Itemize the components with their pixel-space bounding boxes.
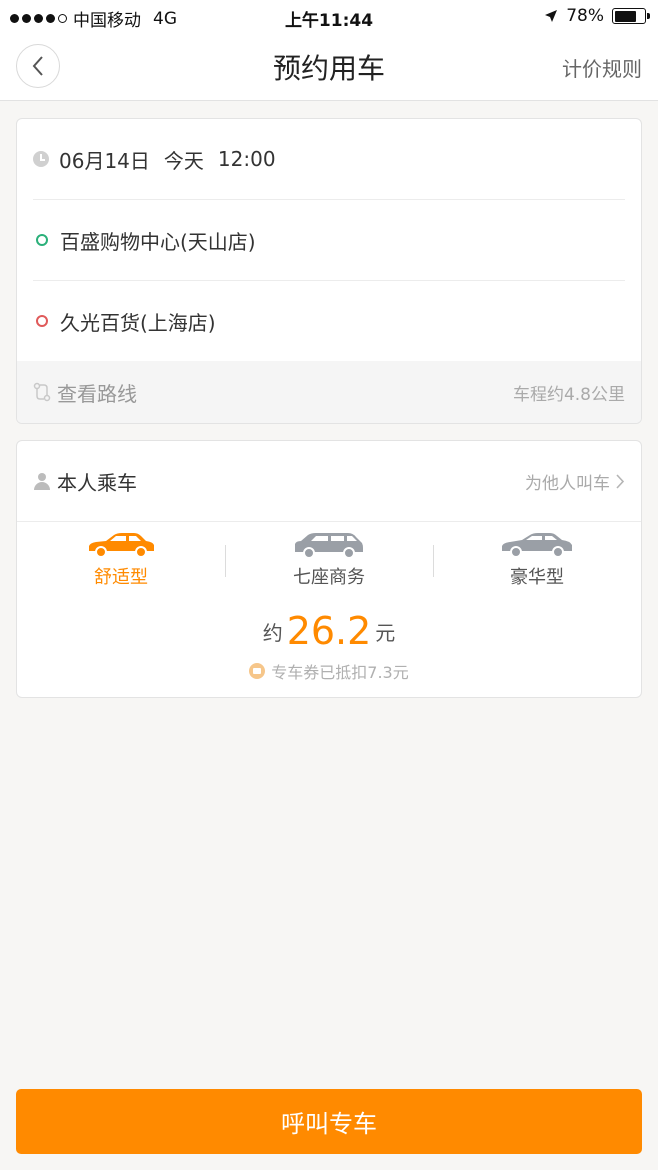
status-right: 78%	[544, 6, 650, 26]
rider-row: 本人乘车 为他人叫车	[33, 441, 625, 521]
price-value: 26.2	[286, 609, 372, 653]
battery-fill	[614, 10, 637, 22]
end-location-row[interactable]: 久光百货(上海店)	[33, 281, 625, 361]
price-prefix: 约	[262, 621, 283, 645]
status-bar: 中国移动 4G 上午11:44 78%	[0, 0, 658, 34]
start-location: 百盛购物中心(天山店)	[60, 229, 256, 254]
car-type-seven-seat[interactable]: 七座商务	[225, 531, 433, 591]
car-type-label: 七座商务	[293, 567, 365, 588]
schedule-time-row[interactable]: 06月14日 今天 12:00	[33, 119, 625, 199]
page-title: 预约用车	[272, 52, 385, 85]
price-estimate: 约 26.2 元	[17, 609, 641, 653]
call-for-others-label: 为他人叫车	[525, 473, 610, 494]
coupon-info: 专车券已抵扣7.3元	[17, 659, 641, 683]
schedule-time: 12:00	[217, 147, 276, 171]
luxury-car-icon	[502, 533, 572, 558]
car-type-luxury[interactable]: 豪华型	[433, 531, 641, 591]
person-icon	[33, 472, 51, 490]
car-type-label: 舒适型	[94, 567, 148, 588]
schedule-day: 今天	[163, 148, 204, 173]
call-car-button[interactable]: 呼叫专车	[16, 1089, 642, 1154]
call-for-others-link[interactable]: 为他人叫车	[525, 469, 625, 494]
view-route-row[interactable]: 查看路线 车程约4.8公里	[17, 361, 641, 423]
clock-icon	[33, 151, 49, 167]
service-card: 本人乘车 为他人叫车 舒适型 七座商务 豪华型 约 26.2 元 专车券已抵扣7…	[16, 440, 642, 698]
coupon-text: 专车券已抵扣7.3元	[271, 663, 409, 682]
schedule-date: 06月14日	[59, 148, 150, 173]
route-icon	[33, 382, 51, 402]
end-location: 久光百货(上海店)	[60, 310, 216, 335]
coupon-icon	[249, 663, 266, 679]
end-point-icon	[36, 315, 48, 327]
chevron-right-icon	[616, 473, 625, 489]
battery-icon	[612, 8, 650, 24]
nav-bar: 预约用车 计价规则	[0, 34, 658, 101]
mpv-car-icon	[295, 533, 363, 559]
rider-self-label: 本人乘车	[57, 470, 137, 495]
start-point-icon	[36, 234, 48, 246]
car-type-comfort[interactable]: 舒适型	[17, 531, 225, 591]
view-route-label: 查看路线	[57, 381, 137, 406]
divider	[17, 521, 641, 522]
start-location-row[interactable]: 百盛购物中心(天山店)	[33, 200, 625, 280]
pricing-rules-link[interactable]: 计价规则	[562, 53, 642, 82]
trip-distance: 车程约4.8公里	[512, 384, 625, 405]
location-arrow-icon	[545, 10, 558, 22]
price-unit: 元	[375, 621, 396, 645]
sedan-car-icon	[89, 533, 154, 558]
car-type-label: 豪华型	[510, 567, 564, 588]
car-type-selector: 舒适型 七座商务 豪华型	[17, 531, 641, 591]
trip-card: 06月14日 今天 12:00 百盛购物中心(天山店) 久光百货(上海店) 查看…	[16, 118, 642, 424]
battery-percent: 78%	[566, 6, 604, 26]
